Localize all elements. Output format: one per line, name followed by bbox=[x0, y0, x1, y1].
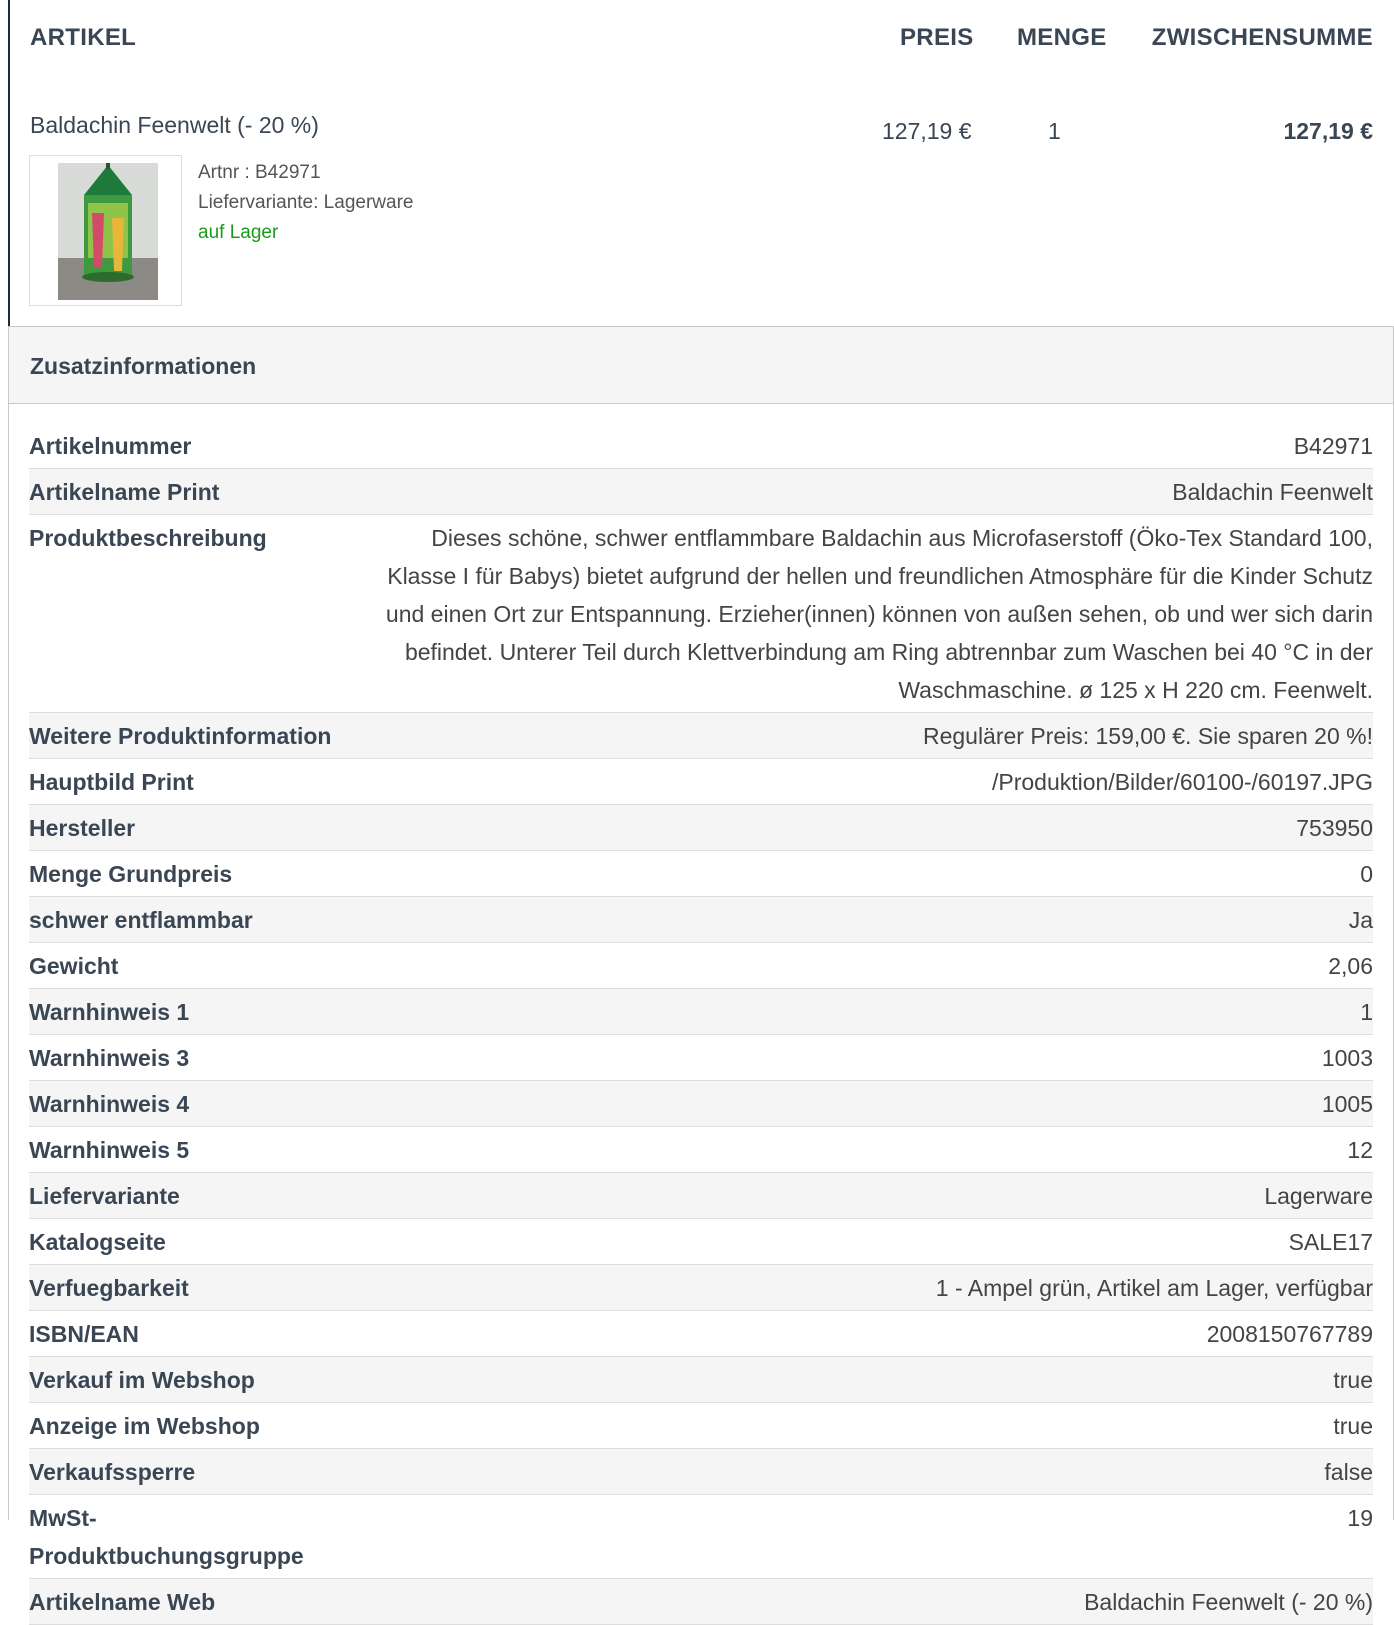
item-quantity: 1 bbox=[1048, 118, 1061, 144]
info-value: false bbox=[369, 1448, 1373, 1495]
info-row: Verkauf im Webshop true bbox=[29, 1356, 1373, 1403]
info-value: 753950 bbox=[369, 804, 1373, 851]
info-value: 2,06 bbox=[369, 942, 1373, 989]
info-value: Lagerware bbox=[369, 1172, 1373, 1219]
info-key: Liefervariante bbox=[29, 1172, 369, 1219]
info-key: schwer entflammbar bbox=[29, 896, 369, 943]
info-key: Artikelnummer bbox=[29, 423, 369, 469]
product-thumbnail[interactable] bbox=[29, 155, 182, 306]
info-row: Verfuegbarkeit 1 - Ampel grün, Artikel am… bbox=[29, 1264, 1373, 1311]
info-key: Katalogseite bbox=[29, 1218, 369, 1265]
header-zwischensumme: ZWISCHENSUMME bbox=[1151, 24, 1373, 51]
info-value: 0 bbox=[369, 850, 1373, 897]
info-key: Warnhinweis 1 bbox=[29, 988, 369, 1035]
item-name-link[interactable]: Baldachin Feenwelt (- 20 %) bbox=[30, 112, 319, 139]
info-row: Warnhinweis 4 1005 bbox=[29, 1080, 1373, 1127]
info-key: Artikelname Web bbox=[29, 1578, 369, 1625]
info-value: 1003 bbox=[369, 1034, 1373, 1081]
info-key: Produktbeschreibung bbox=[29, 514, 369, 713]
info-key: MwSt-Produktbuchungsgruppe bbox=[29, 1494, 369, 1579]
item-liefervariante: Liefervariante: Lagerware bbox=[198, 192, 414, 213]
info-key: Warnhinweis 3 bbox=[29, 1034, 369, 1081]
info-row: Anzeige im Webshop true bbox=[29, 1402, 1373, 1449]
info-row: schwer entflammbar Ja bbox=[29, 896, 1373, 943]
info-row: Katalogseite SALE17 bbox=[29, 1218, 1373, 1265]
info-key: Warnhinweis 5 bbox=[29, 1126, 369, 1173]
info-key: Artikelname Print bbox=[29, 468, 369, 515]
info-row: Artikelname Web Baldachin Feenwelt (- 20 … bbox=[29, 1578, 1373, 1625]
info-key: ISBN/EAN bbox=[29, 1310, 369, 1357]
canopy-tent-image bbox=[58, 163, 158, 300]
zusatz-title: Zusatzinformationen bbox=[30, 353, 257, 379]
info-value: /Produktion/Bilder/60100-/60197.JPG bbox=[369, 758, 1373, 805]
header-menge: MENGE bbox=[1017, 24, 1107, 51]
info-row: ISBN/EAN 2008150767789 bbox=[29, 1310, 1373, 1357]
info-key: Menge Grundpreis bbox=[29, 850, 369, 897]
info-value: 2008150767789 bbox=[369, 1310, 1373, 1357]
info-value: Regulärer Preis: 159,00 €. Sie sparen 20… bbox=[369, 712, 1373, 759]
info-row: Hauptbild Print/Produktion/Bilder/60100-… bbox=[29, 758, 1373, 805]
info-value: 19 bbox=[369, 1494, 1373, 1579]
info-value: true bbox=[369, 1402, 1373, 1449]
info-value: 1 bbox=[369, 988, 1373, 1035]
info-row: Warnhinweis 5 12 bbox=[29, 1126, 1373, 1173]
zusatz-info-table: Artikelnummer B42971 Artikelname Print Bald… bbox=[29, 423, 1373, 1625]
info-value: SALE17 bbox=[369, 1218, 1373, 1265]
info-row: Warnhinweis 3 1003 bbox=[29, 1034, 1373, 1081]
info-row: Hersteller 753950 bbox=[29, 804, 1373, 851]
item-subtotal: 127,19 € bbox=[1283, 118, 1373, 144]
info-value: Baldachin Feenwelt (- 20 %) bbox=[369, 1578, 1373, 1625]
info-value: Ja bbox=[369, 896, 1373, 943]
info-row: MwSt-Produktbuchungsgruppe 19 bbox=[29, 1494, 1373, 1579]
info-key: Weitere Produktinformation bbox=[29, 712, 369, 759]
info-key: Verfuegbarkeit bbox=[29, 1264, 369, 1311]
info-row: Menge Grundpreis 0 bbox=[29, 850, 1373, 897]
info-row: Verkaufssperre false bbox=[29, 1448, 1373, 1495]
info-key: Warnhinweis 4 bbox=[29, 1080, 369, 1127]
info-key: Anzeige im Webshop bbox=[29, 1402, 369, 1449]
header-preis: PREIS bbox=[900, 24, 974, 51]
header-artikel: ARTIKEL bbox=[30, 24, 137, 51]
info-value: 1 - Ampel grün, Artikel am Lager, verfüg… bbox=[369, 1264, 1373, 1311]
info-row: Gewicht 2,06 bbox=[29, 942, 1373, 989]
info-value: Baldachin Feenwelt bbox=[369, 468, 1373, 515]
item-artnr: Artnr : B42971 bbox=[198, 162, 321, 183]
info-key: Hauptbild Print bbox=[29, 758, 369, 805]
info-row: Warnhinweis 11 bbox=[29, 988, 1373, 1035]
info-value: true bbox=[369, 1356, 1373, 1403]
info-row: Weitere Produktinformation Regulärer Prei… bbox=[29, 712, 1373, 759]
info-row: Artikelname Print Baldachin Feenwelt bbox=[29, 468, 1373, 515]
info-value: B42971 bbox=[369, 423, 1373, 469]
info-row: Produktbeschreibung Dieses schöne, schwer… bbox=[29, 514, 1373, 713]
info-row: Liefervariante Lagerware bbox=[29, 1172, 1373, 1219]
info-value: 12 bbox=[369, 1126, 1373, 1173]
info-key: Hersteller bbox=[29, 804, 369, 851]
zusatz-header: Zusatzinformationen bbox=[8, 327, 1394, 403]
cart-table-header: ARTIKEL PREIS MENGE ZWISCHENSUMME bbox=[0, 20, 1394, 60]
stock-status: auf Lager bbox=[198, 222, 279, 243]
info-key: Gewicht bbox=[29, 942, 369, 989]
item-meta: Artnr : B42971 Liefervariante: Lagerware… bbox=[198, 158, 413, 248]
info-key: Verkaufssperre bbox=[29, 1448, 369, 1495]
info-row: Artikelnummer B42971 bbox=[29, 423, 1373, 469]
info-key: Verkauf im Webshop bbox=[29, 1356, 369, 1403]
item-price: 127,19 € bbox=[882, 118, 972, 144]
info-value: 1005 bbox=[369, 1080, 1373, 1127]
info-value: Dieses schöne, schwer entflammbare Balda… bbox=[369, 514, 1373, 713]
